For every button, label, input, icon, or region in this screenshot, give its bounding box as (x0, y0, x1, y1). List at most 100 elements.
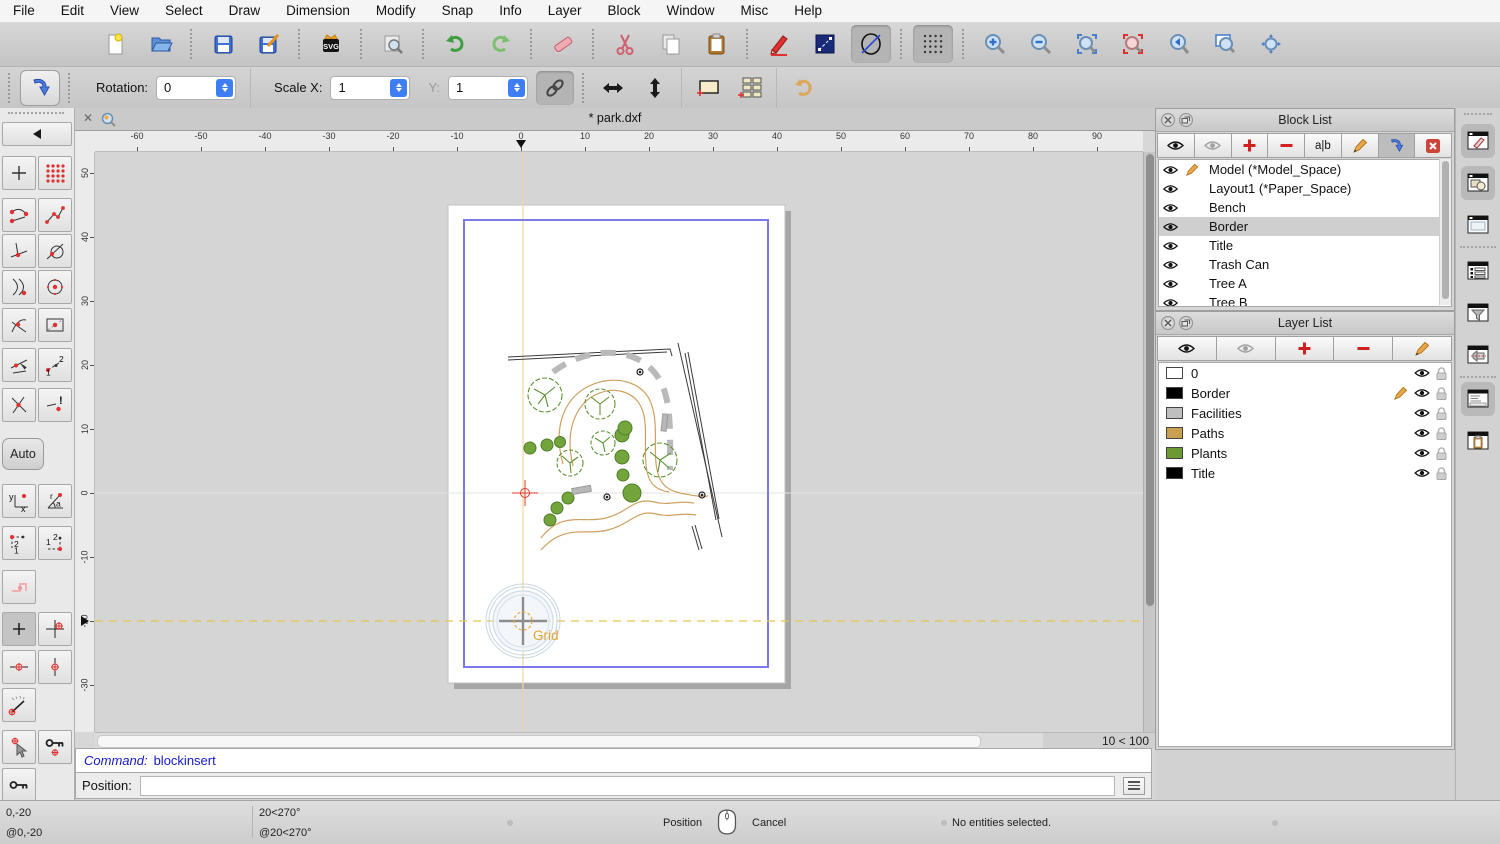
print-preview-button[interactable] (373, 25, 413, 63)
layer-visibility-eye-icon[interactable] (1414, 408, 1430, 418)
ellipse-tool-button[interactable] (851, 25, 891, 63)
hide-all-layers-button[interactable] (1215, 336, 1276, 361)
snap-angle-button[interactable] (2, 688, 36, 722)
menu-item[interactable]: File (0, 0, 48, 22)
block-name[interactable]: Tree A (1209, 276, 1247, 291)
restrict-off-button[interactable] (2, 612, 36, 646)
restrict-vertical-button[interactable] (38, 650, 72, 684)
polyline-mode-button[interactable] (2, 570, 36, 604)
snap-on-entity-button[interactable] (38, 198, 72, 232)
layer-list-row[interactable]: Facilities (1159, 403, 1451, 423)
block-visibility-eye-icon[interactable] (1159, 222, 1181, 232)
new-file-button[interactable] (95, 25, 135, 63)
block-visibility-eye-icon[interactable] (1159, 165, 1181, 175)
zoom-selection-button[interactable] (1113, 25, 1153, 63)
menu-item[interactable]: Help (781, 0, 835, 22)
scale-y-input[interactable]: 1 (448, 75, 529, 100)
canvas-horizontal-scrollbar[interactable] (95, 732, 1043, 748)
layer-name[interactable]: Title (1191, 466, 1215, 481)
array-insert-button[interactable] (731, 71, 769, 105)
palette-drag-handle[interactable] (8, 112, 64, 114)
block-visibility-eye-icon[interactable] (1159, 298, 1181, 306)
coordinate-cartesian-button[interactable]: yx (2, 484, 36, 518)
show-all-blocks-button[interactable] (1157, 133, 1195, 158)
add-layer-button[interactable] (1274, 336, 1335, 361)
snap-distance-button[interactable]: 12 (38, 348, 72, 382)
flip-vertical-button[interactable] (636, 71, 674, 105)
block-visibility-eye-icon[interactable] (1159, 203, 1181, 213)
paste-button[interactable] (697, 25, 737, 63)
layer-lock-icon[interactable] (1436, 406, 1447, 420)
layer-visibility-eye-icon[interactable] (1414, 428, 1430, 438)
snap-intersection-button[interactable] (2, 308, 36, 342)
snap-reference-button[interactable] (38, 308, 72, 342)
block-name[interactable]: Tree B (1209, 295, 1248, 306)
block-visibility-eye-icon[interactable] (1159, 279, 1181, 289)
zoom-in-button[interactable] (975, 25, 1015, 63)
snap-perpendicular-button[interactable] (2, 234, 36, 268)
snap-intersection-manual-button[interactable] (2, 388, 36, 422)
panel-toggle-clipboard[interactable] (1461, 424, 1495, 458)
layer-name[interactable]: Plants (1191, 446, 1227, 461)
restrict-orthogonal-button[interactable] (38, 612, 72, 646)
panel-toggle-command-line[interactable] (1461, 382, 1495, 416)
open-file-button[interactable] (141, 25, 181, 63)
undo-button[interactable] (435, 25, 475, 63)
remove-layer-button[interactable] (1333, 336, 1394, 361)
draw-pencil-button[interactable] (759, 25, 799, 63)
undo-transform-button[interactable] (784, 71, 822, 105)
zoom-out-button[interactable] (1021, 25, 1061, 63)
insert-block-button[interactable] (20, 69, 60, 106)
coordinate-relative-polar-button[interactable]: 12 (38, 526, 72, 560)
zoom-window-button[interactable] (1205, 25, 1245, 63)
hide-all-blocks-button[interactable] (1193, 133, 1232, 158)
block-list-row[interactable]: Bench (1159, 198, 1451, 217)
layer-name[interactable]: Facilities (1191, 406, 1242, 421)
save-button[interactable] (203, 25, 243, 63)
block-list-scrollbar[interactable] (1439, 159, 1451, 305)
panel-close-icon[interactable] (1161, 113, 1175, 127)
menu-item[interactable]: Block (595, 0, 654, 22)
layer-name[interactable]: Paths (1191, 426, 1224, 441)
canvas-vertical-scrollbar[interactable] (1143, 152, 1155, 732)
zoom-pan-button[interactable] (1251, 25, 1291, 63)
panel-toggle-library-browser[interactable] (1461, 208, 1495, 242)
coordinate-relative-cartesian-button[interactable]: 21 (2, 526, 36, 560)
layer-list-row[interactable]: Border (1159, 383, 1451, 403)
snap-endpoints-button[interactable] (2, 198, 36, 232)
scale-y-stepper[interactable] (508, 78, 526, 97)
block-list-row[interactable]: Tree A (1159, 274, 1451, 293)
edit-layer-button[interactable] (1392, 336, 1452, 361)
layer-lock-icon[interactable] (1436, 446, 1447, 460)
command-options-button[interactable] (1123, 776, 1145, 795)
layer-lock-icon[interactable] (1436, 426, 1447, 440)
block-name[interactable]: Layout1 (*Paper_Space) (1209, 181, 1351, 196)
restrict-horizontal-button[interactable] (2, 650, 36, 684)
menu-item[interactable]: Window (654, 0, 728, 22)
save-as-button[interactable] (249, 25, 289, 63)
menu-item[interactable]: View (97, 0, 152, 22)
block-name[interactable]: Bench (1209, 200, 1246, 215)
panel-toggle-property-list[interactable] (1461, 254, 1495, 288)
flip-horizontal-button[interactable] (594, 71, 632, 105)
layer-visibility-eye-icon[interactable] (1414, 388, 1430, 398)
copy-button[interactable] (651, 25, 691, 63)
block-list-row[interactable]: Layout1 (*Paper_Space) (1159, 179, 1451, 198)
block-name[interactable]: Trash Can (1209, 257, 1269, 272)
snap-grid-button[interactable] (38, 156, 72, 190)
scale-x-stepper[interactable] (390, 78, 408, 97)
panel-toggle-view-toggle[interactable] (1461, 338, 1495, 372)
grid-toggle-button[interactable] (913, 25, 953, 63)
line-tool-button[interactable] (805, 25, 845, 63)
menu-item[interactable]: Dimension (273, 0, 363, 22)
zoom-previous-button[interactable] (1159, 25, 1199, 63)
block-name[interactable]: Model (*Model_Space) (1209, 162, 1341, 177)
menu-item[interactable]: Draw (216, 0, 274, 22)
relative-zero-button[interactable] (2, 768, 36, 802)
block-list-scrollbar-thumb[interactable] (1441, 161, 1449, 299)
snap-auto-mode-button[interactable]: Auto (2, 438, 44, 470)
scale-x-input[interactable]: 1 (330, 75, 411, 100)
layer-visibility-eye-icon[interactable] (1414, 448, 1430, 458)
layer-visibility-eye-icon[interactable] (1414, 468, 1430, 478)
redo-button[interactable] (481, 25, 521, 63)
